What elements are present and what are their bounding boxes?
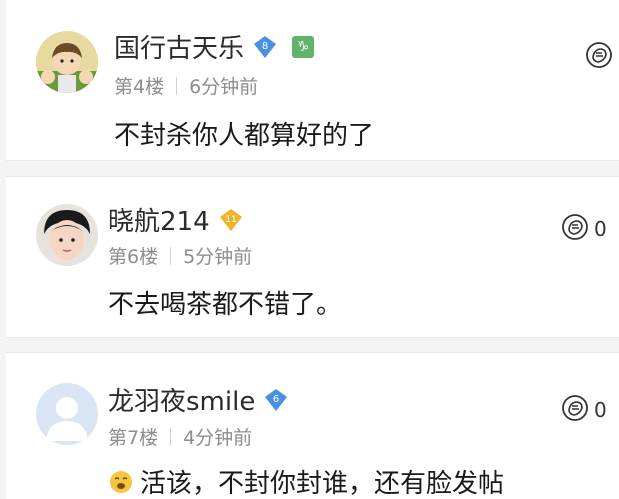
like-button[interactable]: 0 bbox=[560, 212, 607, 246]
username[interactable]: 国行古天乐 bbox=[114, 28, 244, 65]
svg-text:8: 8 bbox=[262, 41, 268, 52]
comment-text: 活该，不封你封谁，还有脸发帖 bbox=[108, 463, 504, 499]
emoji-icon bbox=[108, 469, 134, 495]
comment-time: 6分钟前 bbox=[189, 76, 259, 98]
like-hand-icon bbox=[584, 40, 614, 74]
like-count: 0 bbox=[594, 398, 607, 422]
level-badge-icon: 8 bbox=[252, 34, 278, 60]
level-badge-icon: 6 bbox=[263, 387, 289, 413]
comment-text-content: 不去喝茶都不错了。 bbox=[108, 290, 343, 320]
floor-number: 第6楼 bbox=[108, 246, 159, 268]
level-badge-icon: 11 bbox=[218, 207, 244, 233]
username[interactable]: 晓航214 bbox=[108, 201, 210, 238]
zodiac-capricorn-icon: ♑ bbox=[292, 35, 315, 58]
comment-time: 4分钟前 bbox=[183, 427, 253, 449]
comment-text-content: 不封杀你人都算好的了 bbox=[114, 121, 375, 151]
like-button[interactable] bbox=[584, 40, 618, 74]
comment-meta: 第4楼 6分钟前 bbox=[114, 72, 258, 99]
comment-text: 不封杀你人都算好的了 bbox=[114, 115, 374, 152]
like-hand-icon bbox=[560, 393, 590, 427]
comment-meta: 第7楼 4分钟前 bbox=[108, 423, 252, 450]
comment-text-content: 活该，不封你封谁，还有脸发帖 bbox=[140, 469, 505, 499]
svg-text:11: 11 bbox=[225, 215, 236, 225]
like-count: 0 bbox=[594, 217, 607, 241]
comment-time: 5分钟前 bbox=[183, 246, 253, 268]
meta-divider bbox=[170, 427, 172, 446]
meta-divider bbox=[176, 76, 178, 95]
user-avatar[interactable] bbox=[36, 383, 98, 445]
comment-text: 不去喝茶都不错了。 bbox=[108, 284, 342, 321]
username-row: 龙羽夜smile 6 bbox=[108, 381, 289, 418]
meta-divider bbox=[170, 246, 172, 265]
comment-card: 晓航214 11 第6楼 5分钟前 不去喝茶都不错了。 0 bbox=[6, 176, 619, 338]
user-avatar[interactable] bbox=[36, 31, 98, 93]
username[interactable]: 龙羽夜smile bbox=[108, 381, 255, 418]
username-row: 国行古天乐 8 ♑ bbox=[114, 28, 315, 65]
comment-card: 龙羽夜smile 6 第7楼 4分钟前 活该，不封你封谁，还有脸发帖 0 bbox=[6, 352, 619, 499]
like-hand-icon bbox=[560, 212, 590, 246]
comment-card: 国行古天乐 8 ♑ 第4楼 6分钟前 不封杀你人都算好的了 bbox=[6, 0, 619, 161]
like-button[interactable]: 0 bbox=[560, 393, 607, 427]
svg-text:6: 6 bbox=[273, 394, 279, 405]
floor-number: 第7楼 bbox=[108, 427, 159, 449]
username-row: 晓航214 11 bbox=[108, 201, 244, 238]
floor-number: 第4楼 bbox=[114, 76, 165, 98]
comment-meta: 第6楼 5分钟前 bbox=[108, 242, 252, 269]
user-avatar[interactable] bbox=[36, 204, 98, 266]
